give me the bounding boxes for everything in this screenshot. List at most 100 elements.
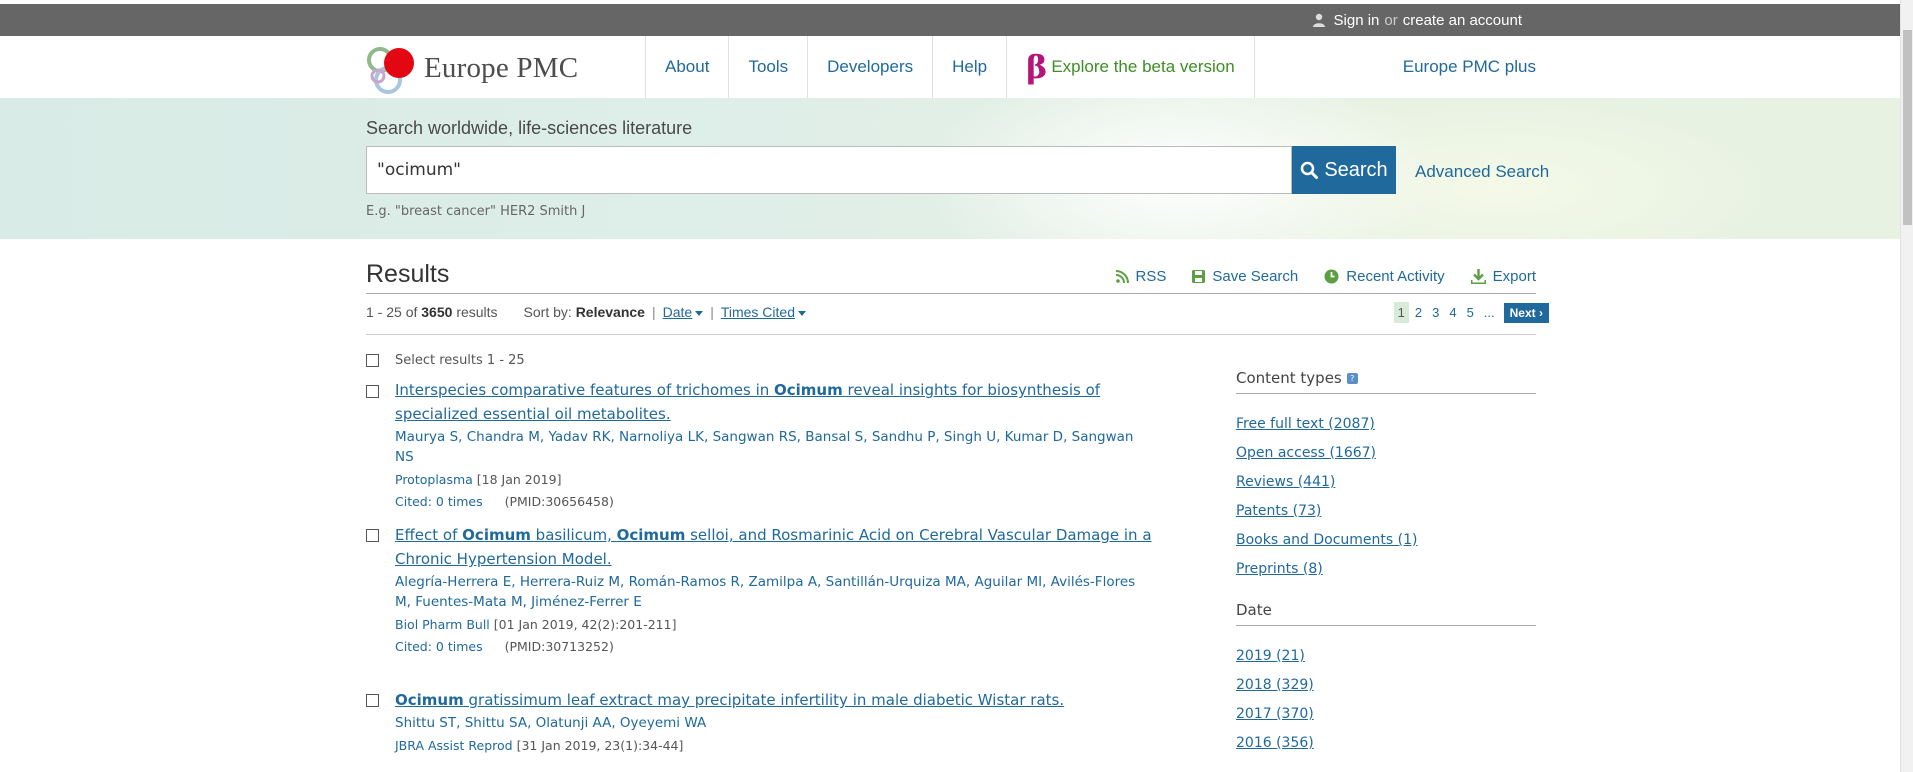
cited-link[interactable]: Cited: 0 times [395,639,483,654]
page-2[interactable]: 2 [1411,302,1426,323]
date-title: Date [1236,601,1272,619]
content-types-title: Content types [1236,369,1342,387]
nav-about[interactable]: About [646,36,730,98]
title-text: Interspecies comparative features of tri… [395,381,775,399]
search-button-label: Search [1324,158,1388,181]
download-icon [1470,269,1486,284]
filter-year-2018[interactable]: 2018 (329) [1236,671,1536,700]
search-input[interactable]: "ocimum" [366,146,1292,194]
sort-times-cited[interactable]: Times Cited [721,304,806,320]
filter-year-2017[interactable]: 2017 (370) [1236,700,1536,729]
result-authors[interactable]: Maurya S, Chandra M, Yadav RK, Narnoliya… [395,427,1155,467]
page-1[interactable]: 1 [1393,302,1409,323]
content-types-heading: Content types? [1236,369,1536,394]
journal-date: [01 Jan 2019, 42(2):201-211] [493,617,677,632]
beta-label: Explore the beta version [1051,57,1235,76]
nav-beta[interactable]: β Explore the beta version [1007,36,1255,98]
search-label: Search worldwide, life-sciences literatu… [366,118,693,138]
beta-icon: β [1026,48,1048,86]
page-scrollbar[interactable] [1900,0,1913,772]
filter-year-2016[interactable]: 2016 (356) [1236,729,1536,758]
result-item: Interspecies comparative features of tri… [395,378,1155,509]
select-all-checkbox[interactable] [366,354,379,367]
scrollbar-thumb[interactable] [1903,30,1912,225]
site-header: Europe PMC About Tools Developers Help β… [0,36,1900,98]
journal-name[interactable]: Biol Pharm Bull [395,617,490,632]
account-bar: Sign in or create an account [0,4,1900,36]
results-title: Results [366,260,450,288]
date-filter: Date 2019 (21) 2018 (329) 2017 (370) 201… [1236,601,1536,758]
sort-relevance: Relevance [575,304,645,320]
create-account-link[interactable]: create an account [1403,12,1522,29]
result-title-link[interactable]: Interspecies comparative features of tri… [395,378,1155,426]
page-5[interactable]: 5 [1463,302,1478,323]
results-tools: RSS Save Search Recent Activity Export [1090,268,1536,285]
sort-separator: | [710,304,714,320]
sort-date[interactable]: Date [663,304,704,320]
results-header: Results RSS Save Search Recent Activity … [366,258,1536,294]
recent-activity-button[interactable]: Recent Activity [1324,268,1445,285]
user-icon [1312,13,1325,27]
filter-open-access[interactable]: Open access (1667) [1236,439,1536,468]
europe-pmc-plus-link[interactable]: Europe PMC plus [1403,36,1536,98]
journal-date: [31 Jan 2019, 23(1):34-44] [516,738,684,753]
clock-icon [1324,269,1339,284]
result-item: Ocimum gratissimum leaf extract may prec… [395,688,1155,753]
filter-patents[interactable]: Patents (73) [1236,497,1536,526]
next-page-button[interactable]: Next › [1503,302,1549,323]
result-citations: Cited: 0 times (PMID:30656458) [395,494,1155,509]
nav-tools[interactable]: Tools [729,36,809,98]
result-journal: Protoplasma [18 Jan 2019] [395,472,1155,487]
or-text: or [1384,11,1398,29]
export-button[interactable]: Export [1470,268,1536,285]
sign-in-link[interactable]: Sign in [1334,12,1380,29]
search-band: Search worldwide, life-sciences literatu… [0,98,1900,239]
rss-icon [1115,270,1129,283]
filter-year-2019[interactable]: 2019 (21) [1236,642,1536,671]
select-all-label: Select results 1 - 25 [395,353,525,368]
filter-free-full-text[interactable]: Free full text (2087) [1236,410,1536,439]
filter-reviews[interactable]: Reviews (441) [1236,468,1536,497]
date-heading: Date [1236,601,1536,626]
sort-date-label: Date [662,304,693,320]
result-checkbox[interactable] [366,694,379,707]
result-authors[interactable]: Shittu ST, Shittu SA, Olatunji AA, Oyeye… [395,713,1155,733]
search-example: E.g. "breast cancer" HER2 Smith J [366,204,586,219]
journal-name[interactable]: Protoplasma [395,472,473,487]
results-word: results [456,304,498,320]
title-highlight: Ocimum [774,381,843,399]
results-total: 3650 [421,304,453,320]
search-icon [1301,161,1319,179]
pmid: (PMID:30656458) [504,494,614,509]
results-range: 1 - 25 of [366,304,418,320]
result-title-link[interactable]: Ocimum gratissimum leaf extract may prec… [395,688,1155,712]
nav-help[interactable]: Help [933,36,1008,98]
rss-button[interactable]: RSS [1115,268,1166,285]
filter-preprints[interactable]: Preprints (8) [1236,555,1536,584]
result-citations: Cited: 0 times (PMID:30713252) [395,639,1155,654]
pagination: 1 2 3 4 5 ... Next › [1392,302,1549,323]
nav-developers[interactable]: Developers [808,36,934,98]
help-icon[interactable]: ? [1346,372,1358,384]
page-4[interactable]: 4 [1445,302,1460,323]
results-summary: 1 - 25 of 3650 results Sort by: Relevanc… [366,304,806,320]
filter-books-documents[interactable]: Books and Documents (1) [1236,526,1536,555]
page-3[interactable]: 3 [1428,302,1443,323]
journal-name[interactable]: JBRA Assist Reprod [395,738,513,753]
logo-mark-icon [367,47,414,94]
result-journal: Biol Pharm Bull [01 Jan 2019, 42(2):201-… [395,617,1155,632]
europe-pmc-logo[interactable]: Europe PMC [366,40,578,96]
next-label: Next [1509,305,1536,320]
save-search-button[interactable]: Save Search [1192,268,1298,285]
save-search-label: Save Search [1212,268,1299,285]
advanced-search-link[interactable]: Advanced Search [1415,162,1549,182]
result-checkbox[interactable] [366,529,379,542]
pmid: (PMID:30713252) [504,639,614,654]
result-checkbox[interactable] [366,385,379,398]
cited-link[interactable]: Cited: 0 times [395,494,483,509]
result-title-link[interactable]: Effect of Ocimum basilicum, Ocimum sello… [395,523,1155,571]
result-authors[interactable]: Alegría-Herrera E, Herrera-Ruiz M, Román… [395,572,1155,612]
result-journal: JBRA Assist Reprod [31 Jan 2019, 23(1):3… [395,738,1155,753]
title-highlight: Ocimum [395,691,464,709]
search-button[interactable]: Search [1292,146,1396,194]
